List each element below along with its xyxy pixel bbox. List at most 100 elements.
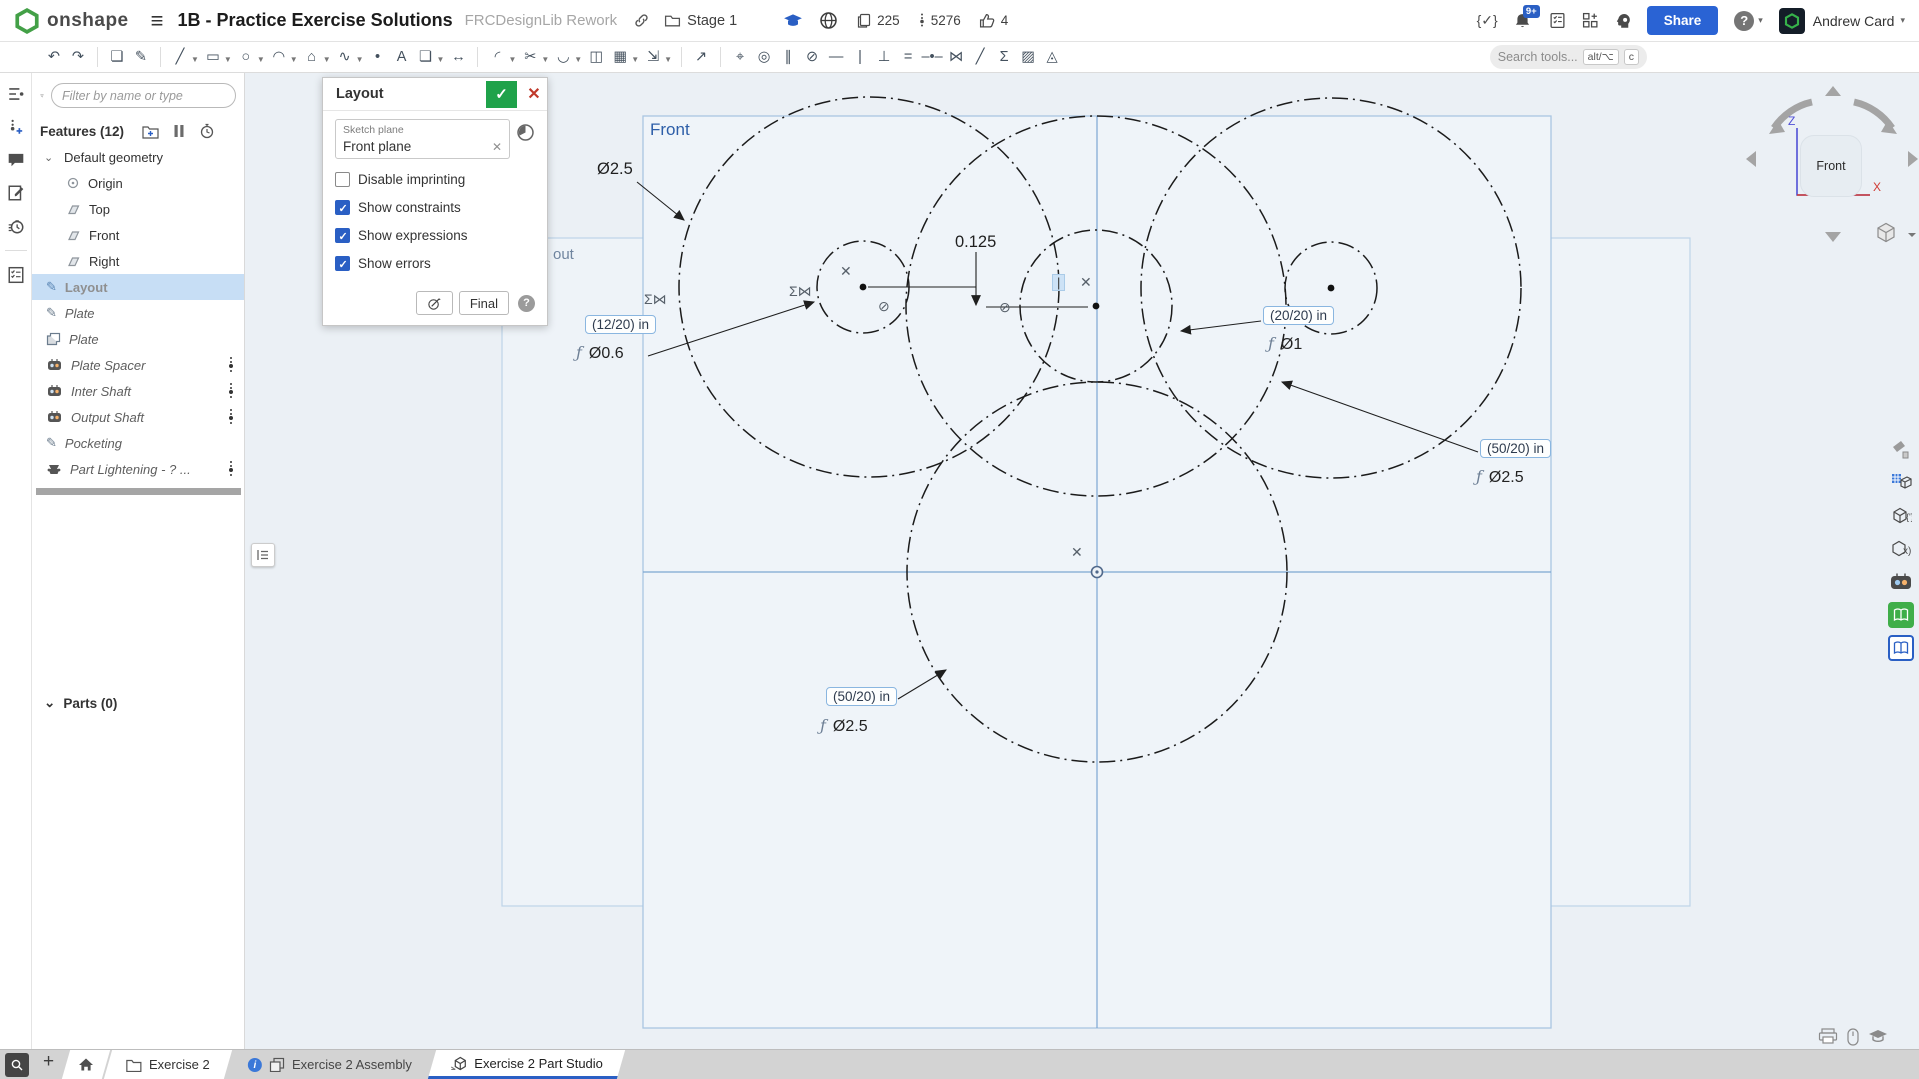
green-library-panel-icon[interactable] [1888, 602, 1914, 628]
checkbox-checked[interactable] [335, 256, 350, 271]
feature-item-pocketing[interactable]: ✎ Pocketing [32, 430, 244, 456]
feature-item-front-plane[interactable]: Front [32, 222, 244, 248]
mirror-tool-icon[interactable]: ◫ [585, 45, 607, 69]
robot-panel-icon[interactable] [1888, 569, 1914, 595]
feature-item-right-plane[interactable]: Right [32, 248, 244, 274]
pattern-tool-caret[interactable]: ▼ [631, 55, 639, 64]
share-button[interactable]: Share [1647, 6, 1719, 35]
expression-box-50-20-right[interactable]: (50/20) in [1480, 439, 1551, 458]
tangent-constraint-icon[interactable]: ⊘ [801, 45, 823, 69]
vertical-constraint-badge[interactable]: | [1052, 274, 1065, 291]
learning-icon[interactable] [783, 12, 803, 30]
slot-tool-caret[interactable]: ▼ [437, 55, 445, 64]
new-tab-button[interactable]: + [43, 1051, 54, 1079]
circle-tool-icon[interactable]: ○ [235, 45, 257, 69]
undo-icon[interactable]: ↶ [43, 45, 65, 69]
dialog-cancel-button[interactable]: ✕ [521, 81, 547, 108]
symmetric-constraint-badge[interactable]: Σ⋈ [644, 291, 667, 308]
main-menu-icon[interactable]: ≡ [151, 8, 164, 34]
equal-constraint-icon[interactable]: = [897, 45, 919, 69]
feature-item-top-plane[interactable]: Top [32, 196, 244, 222]
feature-item-output-shaft[interactable]: Output Shaft [32, 404, 244, 430]
insert-dxf-icon[interactable]: ⇲ [642, 45, 664, 69]
search-tools-box[interactable]: Search tools... alt/⌥ c [1490, 45, 1647, 69]
line-tool-caret[interactable]: ▼ [191, 55, 199, 64]
option-show-expressions[interactable]: Show expressions [335, 228, 535, 243]
feature-group-default-geometry[interactable]: ⌄ Default geometry [32, 144, 244, 170]
rectangle-tool-caret[interactable]: ▼ [224, 55, 232, 64]
chevron-down-icon[interactable]: ⌄ [44, 151, 56, 164]
trim-tool-caret[interactable]: ▼ [541, 55, 549, 64]
show-constraints-icon[interactable]: ▨ [1017, 45, 1039, 69]
cross-constraint-badge[interactable]: ✕ [1080, 274, 1092, 291]
uses-stat[interactable]: 5276 [918, 12, 961, 29]
insert-point-icon[interactable] [7, 118, 25, 136]
home-tab[interactable] [62, 1050, 110, 1079]
release-tasks-icon[interactable] [1549, 12, 1566, 29]
clear-selection-icon[interactable]: ✕ [492, 140, 502, 154]
transform-tool-icon[interactable]: ↗ [690, 45, 712, 69]
tab-exercise-2[interactable]: Exercise 2 [104, 1050, 232, 1079]
spline-tool-caret[interactable]: ▼ [356, 55, 364, 64]
option-show-errors[interactable]: Show errors [335, 256, 535, 271]
option-show-constraints[interactable]: Show constraints [335, 200, 535, 215]
feature-item-inter-shaft[interactable]: Inter Shaft [32, 378, 244, 404]
rotate-right-arrow[interactable] [1908, 151, 1918, 167]
mouse-icon[interactable] [1847, 1028, 1859, 1046]
symmetric-constraint-icon[interactable]: ⋈ [945, 45, 967, 69]
dependency-dots-icon[interactable] [228, 382, 234, 400]
checkbox-checked[interactable] [335, 200, 350, 215]
variables-panel-icon[interactable]: x) [1888, 536, 1914, 562]
copies-stat[interactable]: 225 [856, 13, 900, 29]
cross-constraint-badge[interactable]: ✕ [840, 263, 852, 280]
copy-document-icon[interactable]: ❏ [106, 45, 128, 69]
brand-name[interactable]: onshape [47, 10, 129, 32]
link-icon[interactable] [633, 12, 650, 29]
insert-dxf-caret[interactable]: ▼ [664, 55, 672, 64]
coincident-constraint-icon[interactable]: ⌖ [729, 45, 751, 69]
isometric-view-icon[interactable] [1878, 224, 1894, 243]
feature-item-plate-extrude[interactable]: Plate [32, 326, 244, 352]
filter-icon[interactable] [40, 88, 44, 104]
rotate-up-arrow[interactable] [1825, 86, 1841, 96]
feature-item-origin[interactable]: Origin [32, 170, 244, 196]
checklist-icon[interactable] [7, 266, 25, 284]
tab-exercise-2-part-studio[interactable]: Exercise 2 Part Studio [428, 1050, 625, 1079]
text-tool-icon[interactable]: A [391, 45, 413, 69]
tasks-icon[interactable]: {✓} [1477, 12, 1498, 29]
rotate-down-arrow[interactable] [1825, 232, 1841, 242]
final-button[interactable]: Final [459, 291, 509, 315]
user-name[interactable]: Andrew Card [1813, 13, 1895, 29]
panel-collapse-handle[interactable] [251, 543, 275, 567]
add-folder-icon[interactable] [142, 124, 159, 139]
cross-constraint-badge[interactable]: ✕ [1071, 544, 1083, 561]
point-tool-icon[interactable]: • [367, 45, 389, 69]
help-icon[interactable]: ? [1734, 11, 1754, 31]
rollback-clock-icon[interactable] [516, 123, 535, 142]
search-tabs-button[interactable] [5, 1053, 29, 1077]
dependency-dots-icon[interactable] [228, 460, 234, 478]
edit-sketch-icon[interactable]: ✎ [130, 45, 152, 69]
rollback-bar[interactable] [36, 488, 241, 495]
pattern-tool-icon[interactable]: ▦ [609, 45, 631, 69]
tangent-constraint-badge[interactable]: ⊘ [999, 299, 1011, 316]
expression-box-20-20[interactable]: (20/20) in [1263, 306, 1334, 325]
fillet-tool-caret[interactable]: ▼ [508, 55, 516, 64]
polygon-tool-caret[interactable]: ▼ [323, 55, 331, 64]
apps-icon[interactable] [1582, 12, 1599, 29]
trim-tool-icon[interactable]: ✂ [519, 45, 541, 69]
document-title[interactable]: 1B - Practice Exercise Solutions [177, 10, 452, 31]
sketch-plane-field[interactable]: Sketch plane Front plane ✕ [335, 119, 510, 159]
onshape-logo-icon[interactable] [14, 8, 40, 34]
suppress-pause-icon[interactable] [173, 124, 185, 138]
appearance-panel-icon[interactable] [1888, 437, 1914, 463]
expression-box-50-20-bottom[interactable]: (50/20) in [826, 687, 897, 706]
feature-item-plate-sketch[interactable]: ✎ Plate [32, 300, 244, 326]
blue-library-panel-icon[interactable] [1888, 635, 1914, 661]
dim-diameter-top[interactable]: Ø2.5 [597, 160, 633, 179]
avatar[interactable] [1779, 8, 1805, 34]
horizontal-constraint-icon[interactable]: ― [825, 45, 847, 69]
line-tool-icon[interactable]: ╱ [169, 45, 191, 69]
option-disable-imprinting[interactable]: Disable imprinting [335, 172, 535, 187]
slot-tool-icon[interactable]: ❏ [415, 45, 437, 69]
